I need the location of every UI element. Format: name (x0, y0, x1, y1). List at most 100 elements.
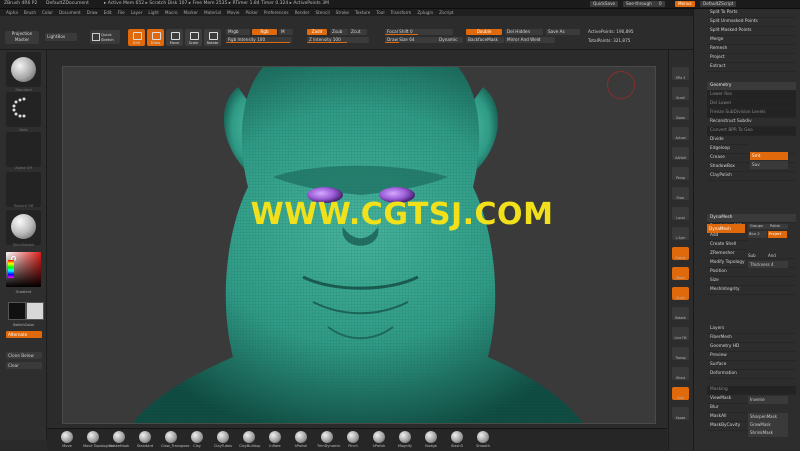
divide-smt-button[interactable]: Smt (750, 152, 788, 160)
quick-sketch-button[interactable]: Quick Sketch (90, 30, 120, 44)
tool-layers[interactable]: Layers (707, 325, 796, 334)
menu-macro[interactable]: Macro (165, 9, 178, 16)
brush-move[interactable]: Move (57, 431, 77, 448)
menu-zscript[interactable]: Zscript (439, 9, 454, 16)
brush-move-topological[interactable]: Move Topological (83, 431, 114, 448)
tool-extract[interactable]: Extract (707, 63, 796, 72)
menu-marker[interactable]: Marker (184, 9, 198, 16)
rgb-button[interactable]: Rgb (252, 29, 277, 35)
brush-thumbnail[interactable] (6, 52, 41, 87)
tool-project[interactable]: Project (707, 54, 796, 63)
dynamesh-button[interactable]: DynaMesh (707, 224, 745, 233)
brush-claybuildup[interactable]: ClayBuildup (239, 431, 260, 448)
sub-button[interactable]: Sub (748, 252, 766, 259)
tool-viewmask[interactable]: ViewMask (707, 395, 748, 404)
tool-reconstruct-subdiv[interactable]: Reconstruct Subdiv (707, 118, 796, 127)
solo-button[interactable]: Solo (672, 387, 689, 400)
draw-size-slider[interactable]: Draw Size 64 (385, 37, 437, 43)
menu-layer[interactable]: Layer (131, 9, 143, 16)
brush-claytubes[interactable]: ClayTubes (213, 431, 233, 448)
menu-document[interactable]: Document (59, 9, 81, 16)
line-fill-button[interactable]: Line Fill (672, 327, 689, 340)
del-hidden-button[interactable]: Del Hidden (505, 29, 543, 35)
brush-smooth[interactable]: Smooth (473, 431, 493, 448)
sharpen-mask-button[interactable]: SharpenMask (748, 413, 788, 421)
shrink-mask-button[interactable]: ShrinkMask (748, 429, 788, 437)
transp-button[interactable]: Transp (672, 347, 689, 360)
menu-texture[interactable]: Texture (355, 9, 370, 16)
alternate-button[interactable]: Alternate (6, 331, 42, 338)
menu-color[interactable]: Color (42, 9, 53, 16)
backface-mask-button[interactable]: BackfaceMask (466, 37, 504, 43)
ghost-button[interactable]: Ghost (672, 367, 689, 380)
tool-position[interactable]: Position (707, 268, 796, 277)
divide-suv-button[interactable]: Suv (750, 161, 788, 169)
and-button[interactable]: And (768, 252, 786, 259)
double-button[interactable]: Double (466, 29, 502, 35)
tool-deformation[interactable]: Deformation (707, 370, 796, 379)
document-canvas[interactable] (62, 66, 656, 424)
tool-split-masked-points[interactable]: Split Masked Points (707, 27, 796, 36)
tool-blur[interactable]: Blur (707, 404, 748, 413)
menu-preferences[interactable]: Preferences (264, 9, 289, 16)
focal-shift-slider[interactable]: Focal Shift 0 (385, 29, 453, 35)
edit-mode-button[interactable]: Edit (128, 29, 145, 46)
spix-3-button[interactable]: SPix 3 (672, 67, 689, 80)
m-button[interactable]: M (279, 29, 293, 35)
actual-button[interactable]: Actual (672, 127, 689, 140)
scroll-button[interactable]: Scroll (672, 87, 689, 100)
clone-below-button[interactable]: Clone Below (6, 352, 42, 359)
tool-divide[interactable]: Divide (707, 136, 748, 145)
tool-fibermesh[interactable]: FiberMesh (707, 334, 796, 343)
menu-stencil[interactable]: Stencil (315, 9, 329, 16)
mrgb-button[interactable]: Mrgb (226, 29, 250, 35)
stroke-thumbnail[interactable] (6, 92, 41, 127)
hue-strip[interactable] (8, 260, 14, 278)
menu-render[interactable]: Render (295, 9, 310, 16)
polish-button[interactable]: Polish (770, 224, 786, 229)
menu-transform[interactable]: Transform (390, 9, 411, 16)
grow-mask-button[interactable]: GrowMask (748, 421, 788, 429)
tool-dynamesh[interactable]: DynaMesh (707, 214, 796, 223)
inverse-button[interactable]: Inverse (748, 396, 788, 404)
scale-mode-button[interactable]: Scale (185, 29, 202, 46)
gizmo-icon[interactable] (607, 71, 635, 99)
default-zscript-button[interactable]: DefaultZScript (700, 1, 737, 7)
dynamic-button[interactable]: Dynamic (437, 37, 463, 43)
tool-merge[interactable]: Merge (707, 36, 796, 45)
tool-maskall[interactable]: MaskAll (707, 413, 748, 422)
frame-button[interactable]: Frame (672, 247, 689, 260)
tool-remesh[interactable]: Remesh (707, 45, 796, 54)
switch-color-button[interactable]: SwitchColor (6, 323, 41, 327)
menu-edit[interactable]: Edit (104, 9, 112, 16)
tool-lower-res[interactable]: Lower Res (707, 91, 796, 100)
rgb-intensity-slider[interactable]: Rgb Intensity 100 (226, 37, 292, 43)
tool-maskbycavity[interactable]: MaskByCavity (707, 422, 748, 431)
lightbox-button[interactable]: LightBox (45, 33, 77, 41)
rotate-mode-button[interactable]: Rotate (204, 29, 221, 46)
save-as-button[interactable]: Save As (546, 29, 580, 35)
tool-geometry-hd[interactable]: Geometry HD (707, 343, 796, 352)
z-intensity-slider[interactable]: Z Intensity 100 (307, 37, 369, 43)
brush-hpolish[interactable]: hPolish (291, 431, 311, 448)
tool-masking[interactable]: Masking (707, 386, 796, 395)
tool-del-lower[interactable]: Del Lower (707, 100, 796, 109)
zadd-button[interactable]: Zadd (307, 29, 327, 35)
move-button[interactable]: Move (672, 267, 689, 280)
quicksave-button[interactable]: QuickSave (590, 1, 619, 7)
menu-zplugin[interactable]: Zplugin (417, 9, 433, 16)
tool-convert-bpr-to-geo[interactable]: Convert BPR To Geo (707, 127, 796, 136)
menu-brush[interactable]: Brush (24, 9, 36, 16)
local-button[interactable]: Local (672, 207, 689, 220)
tool-preview[interactable]: Preview (707, 352, 796, 361)
clear-button[interactable]: Clear (6, 362, 42, 369)
texture-thumbnail[interactable] (6, 172, 41, 207)
secondary-color-swatch[interactable] (26, 302, 44, 320)
menu-light[interactable]: Light (148, 9, 158, 16)
menu-stroke[interactable]: Stroke (336, 9, 349, 16)
tool-create-shell[interactable]: Create Shell (707, 241, 748, 250)
brush-magnify[interactable]: Magnify (395, 431, 415, 448)
menu-file[interactable]: File (118, 9, 125, 16)
aahalf-button[interactable]: AAHalf (672, 147, 689, 160)
brush-hpolish[interactable]: hPolish (369, 431, 389, 448)
